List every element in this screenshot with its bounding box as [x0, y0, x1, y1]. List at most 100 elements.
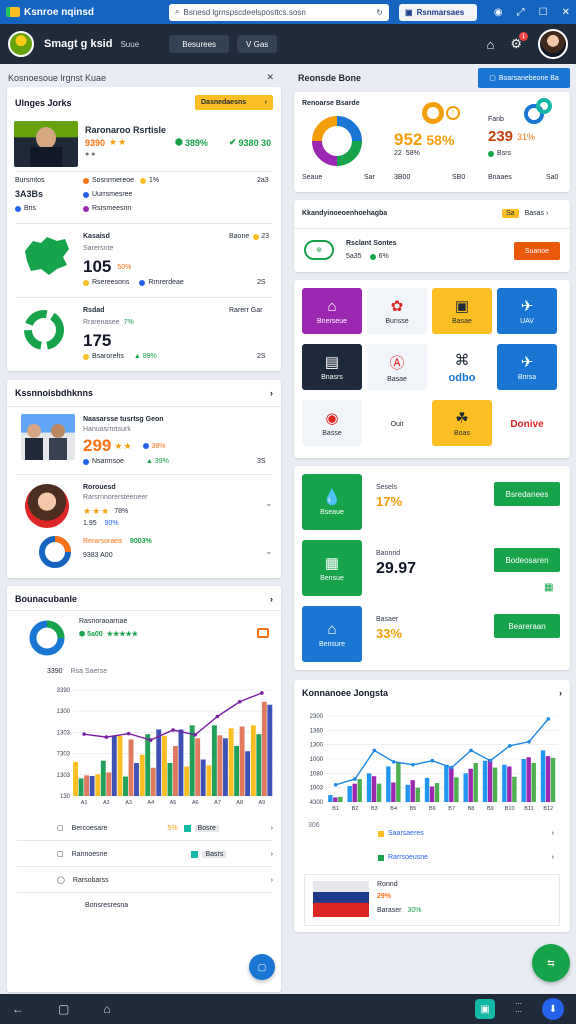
- restore-icon[interactable]: ☐: [539, 7, 548, 18]
- action-tile-2[interactable]: ▦ Bensue: [302, 540, 362, 596]
- table-icon[interactable]: ▦: [544, 582, 553, 593]
- recents-icon[interactable]: ⌂: [103, 1002, 110, 1016]
- tile-brand[interactable]: ⌘ odbo: [432, 344, 492, 390]
- home-icon[interactable]: ⌂: [486, 37, 494, 52]
- calendar-fab[interactable]: ▢: [249, 954, 275, 980]
- chevron-right-icon[interactable]: ›: [270, 594, 273, 604]
- chevron-right-icon[interactable]: ›: [546, 210, 548, 217]
- sales-list-item[interactable]: ▢ Rannoesne Basrs ›: [57, 850, 273, 858]
- panel2-sub-row: 22 58%: [394, 150, 420, 157]
- region-pct: 50%: [117, 263, 132, 271]
- sales-list-item[interactable]: ▢ Bercoesare 5% Bosre ›: [57, 824, 273, 832]
- tile-plane[interactable]: ✈ Bnrsa: [497, 344, 557, 390]
- line-point: [507, 744, 512, 748]
- bar: [415, 787, 420, 802]
- add-fab[interactable]: ⇆: [532, 944, 570, 982]
- bar: [487, 759, 493, 802]
- tile-tag[interactable]: ✿ Bunsse: [367, 288, 427, 334]
- action-tile-3[interactable]: ⌂ Bensure: [302, 606, 362, 662]
- tile-logo[interactable]: Donive: [497, 400, 557, 446]
- line-point: [469, 748, 473, 753]
- row1-item-c[interactable]: Rsrsmeesnn: [83, 205, 131, 212]
- calendar-icon[interactable]: [257, 628, 269, 638]
- bar: [449, 767, 454, 802]
- tile-label: Ouit: [390, 421, 404, 428]
- app-logo-avatar[interactable]: [8, 31, 34, 57]
- tile-text[interactable]: Ouit: [367, 400, 427, 446]
- sales-list-item[interactable]: Bonsresresna: [57, 902, 273, 909]
- bar: [463, 773, 468, 802]
- bar: [391, 782, 396, 802]
- tile-square[interactable]: ◉ Basse: [302, 400, 362, 446]
- recycle-icon: [24, 310, 64, 350]
- user-avatar[interactable]: [538, 29, 568, 59]
- tile-house[interactable]: ⌂ Bnerseue: [302, 288, 362, 334]
- bar: [245, 751, 251, 796]
- promo-action[interactable]: Basas: [525, 210, 544, 217]
- action-button[interactable]: Bsredanees: [494, 482, 560, 506]
- address-bar[interactable]: ⌕ Bsnesd lgrnspscdeelsposttcs.sosn ↻: [169, 3, 389, 21]
- right-header-button[interactable]: ▢ Boarsanebeone Ba: [478, 68, 570, 88]
- home-nav-icon[interactable]: ▢: [58, 1002, 69, 1016]
- rating-stars-icon: ★★: [109, 137, 128, 147]
- member-avatar[interactable]: [25, 484, 69, 528]
- map-region-icon: [25, 237, 69, 275]
- tile-screen[interactable]: ▤ Bnasrs: [302, 344, 362, 390]
- x-tick-label: B10: [505, 806, 515, 812]
- bar: [200, 759, 206, 796]
- trend-promo[interactable]: Ronnd 29% Baraser 30%: [304, 874, 560, 926]
- notifications-icon[interactable]: ⚙ 1: [510, 32, 528, 52]
- sales-list-item[interactable]: ◯ Rarsobarss ›: [57, 876, 273, 885]
- tile-vase[interactable]: ☘ Boas: [432, 400, 492, 446]
- trend-promo-foot-label: Baraser: [377, 907, 402, 914]
- expand-icon[interactable]: ⤢: [517, 7, 525, 18]
- bar: [84, 775, 90, 796]
- resources-dropdown[interactable]: Besurees: [169, 35, 230, 53]
- action-button[interactable]: Bodeosaren: [494, 548, 560, 572]
- bar: [261, 701, 267, 796]
- trend-legend2[interactable]: Rarrsoeusne ›: [378, 854, 554, 861]
- action-button[interactable]: Beareraan: [494, 614, 560, 638]
- line-point: [333, 783, 338, 787]
- item3-chevron-down-icon[interactable]: ⌄: [265, 546, 273, 557]
- region-right-n: 2S: [257, 279, 266, 286]
- bar: [454, 777, 459, 802]
- tile-badge[interactable]: ▣ Basae: [432, 288, 492, 334]
- action-value: 29.97: [376, 560, 417, 577]
- app-brand[interactable]: Ksnroe nqinsd: [6, 7, 161, 18]
- x-tick-label: B12: [543, 806, 553, 812]
- row1-item-b[interactable]: Uurrsmesree: [83, 191, 132, 198]
- chrome-icon[interactable]: ◉: [494, 7, 503, 18]
- chevron-right-icon[interactable]: ›: [559, 688, 562, 698]
- swap-icon: ⇆: [547, 957, 555, 968]
- square-icon: ▢: [257, 961, 267, 972]
- reload-icon[interactable]: ↻: [376, 8, 383, 17]
- back-icon[interactable]: ←: [12, 1002, 24, 1016]
- row1-item-a[interactable]: Sosnrmereoe 1%: [83, 177, 159, 184]
- chevron-right-icon[interactable]: ›: [270, 388, 273, 398]
- panel3-foot2: Sa0: [546, 174, 559, 181]
- bar: [347, 785, 352, 802]
- item2-chevron-down-icon[interactable]: ⌄: [265, 498, 273, 509]
- app-shortcut-icon[interactable]: ▣: [475, 999, 495, 1019]
- browser-tab[interactable]: ▣ Rsnmarsaes: [399, 3, 477, 21]
- window-controls: ◉ ⤢ ☐ ✕: [494, 7, 570, 18]
- bar: [195, 738, 201, 796]
- trend-legend1[interactable]: Saarsaeres ›: [378, 830, 554, 837]
- assistant-icon[interactable]: ⬇: [542, 998, 564, 1020]
- tile-bottle[interactable]: Ⓐ Basae: [367, 344, 427, 390]
- promo-item-button[interactable]: Suanoe: [514, 242, 560, 260]
- r1-text: Sosnrmereoe: [92, 177, 135, 184]
- info-icon[interactable]: !: [446, 106, 460, 120]
- people-card-action-button[interactable]: Dasnedaesns ›: [195, 95, 273, 110]
- donut-val-row: ⬢ 5a00 ★★★★★: [79, 630, 138, 639]
- recycle-sub-row: Rrarenasee 7%: [83, 319, 134, 326]
- tile-wing[interactable]: ✈ UAV: [497, 288, 557, 334]
- x-tick-label: B1: [332, 806, 339, 812]
- close-icon[interactable]: ✕: [266, 72, 274, 83]
- panel1-foot2: Sar: [364, 174, 375, 181]
- close-window-icon[interactable]: ✕: [562, 7, 570, 18]
- notification-badge: 1: [519, 32, 528, 41]
- filter-dropdown[interactable]: V Gas: [237, 35, 278, 53]
- action-tile-1[interactable]: 💧 Bseaue: [302, 474, 362, 530]
